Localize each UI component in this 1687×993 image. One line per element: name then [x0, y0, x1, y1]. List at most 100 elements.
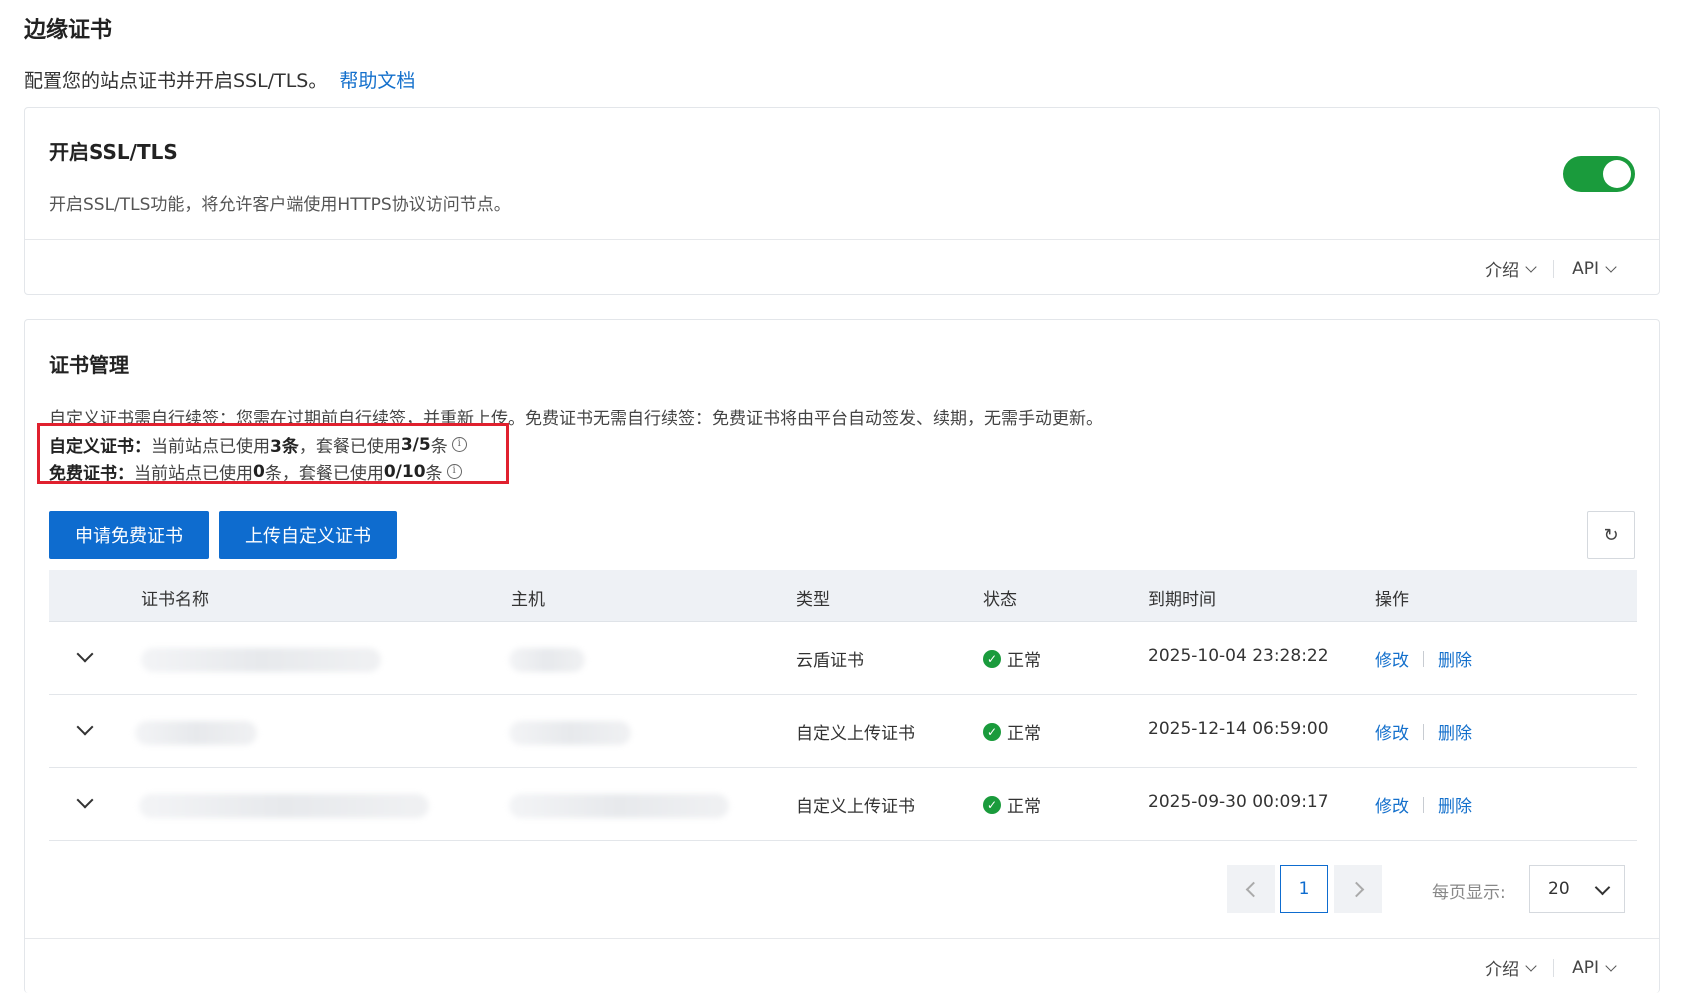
- per-page-value: 20: [1548, 879, 1570, 899]
- per-page-select[interactable]: 20: [1529, 865, 1625, 913]
- chevron-down-icon: [1594, 879, 1611, 896]
- status-text: 正常: [1007, 724, 1041, 744]
- ssl-toggle[interactable]: [1563, 156, 1635, 192]
- divider: [1423, 723, 1424, 740]
- page-description-text: 配置您的站点证书并开启SSL/TLS。: [24, 70, 328, 92]
- blurred-cert-name: [141, 648, 381, 672]
- cert-api-dropdown[interactable]: API: [1572, 957, 1617, 978]
- cert-table: 证书名称 主机 类型 状态 到期时间 操作 云盾证书 ✓ 正常 2025-10-0…: [49, 570, 1637, 841]
- custom-quota-label: 自定义证书：: [49, 437, 151, 457]
- divider: [1553, 259, 1555, 278]
- blurred-cert-name: [135, 721, 257, 745]
- info-icon[interactable]: i: [446, 464, 462, 479]
- col-actions: 操作: [1375, 590, 1409, 610]
- blurred-host: [509, 648, 585, 672]
- cert-type: 自定义上传证书: [796, 724, 915, 744]
- info-icon[interactable]: i: [451, 437, 467, 452]
- row-actions: 修改 删除: [1375, 646, 1472, 671]
- table-row: 云盾证书 ✓ 正常 2025-10-04 23:28:22 修改 删除: [49, 622, 1637, 695]
- table-row: 自定义上传证书 ✓ 正常 2025-12-14 06:59:00 修改 删除: [49, 695, 1637, 768]
- edit-link[interactable]: 修改: [1375, 646, 1409, 671]
- quota-text: 条: [425, 464, 443, 484]
- col-host: 主机: [511, 590, 545, 610]
- free-cert-quota: 免费证书： 当前站点已使用 0 条，套餐已使用 0/10 条 i: [49, 459, 462, 484]
- expand-chevron-icon[interactable]: [76, 645, 94, 663]
- row-actions: 修改 删除: [1375, 792, 1472, 817]
- ssl-intro-dropdown[interactable]: 介绍: [1485, 256, 1537, 281]
- table-row: 自定义上传证书 ✓ 正常 2025-09-30 00:09:17 修改 删除: [49, 768, 1637, 841]
- delete-link[interactable]: 删除: [1438, 646, 1472, 671]
- quota-text: 当前站点已使用: [134, 464, 253, 484]
- cert-type: 自定义上传证书: [796, 797, 915, 817]
- blurred-cert-name: [139, 794, 429, 818]
- edit-link[interactable]: 修改: [1375, 792, 1409, 817]
- blurred-host: [509, 794, 729, 818]
- table-header: 证书名称 主机 类型 状态 到期时间 操作: [49, 570, 1637, 622]
- divider: [1423, 650, 1424, 667]
- help-doc-link[interactable]: 帮助文档: [339, 70, 415, 92]
- chevron-down-icon: [1525, 959, 1537, 972]
- api-label: API: [1572, 258, 1599, 279]
- prev-page-button[interactable]: [1227, 865, 1275, 913]
- ssl-api-dropdown[interactable]: API: [1572, 258, 1617, 279]
- ssl-description: 开启SSL/TLS功能，将允许客户端使用HTTPS协议访问节点。: [49, 195, 511, 215]
- quota-value: 0/10: [383, 461, 426, 482]
- cert-card-footer: 介绍 API: [25, 938, 1659, 993]
- refresh-button[interactable]: ↻: [1587, 511, 1635, 559]
- quota-value: 0: [253, 461, 265, 482]
- quota-value: 3/5: [400, 434, 431, 455]
- custom-cert-quota: 自定义证书： 当前站点已使用 3条 ，套餐已使用 3/5 条 i: [49, 432, 467, 457]
- toggle-knob: [1603, 160, 1631, 188]
- check-circle-icon: ✓: [983, 649, 1001, 668]
- api-label: API: [1572, 957, 1599, 978]
- expand-chevron-icon[interactable]: [76, 718, 94, 736]
- chevron-right-icon: [1348, 881, 1364, 897]
- quota-text: 条: [430, 437, 448, 457]
- expand-chevron-icon[interactable]: [76, 791, 94, 809]
- intro-label: 介绍: [1485, 261, 1520, 281]
- delete-link[interactable]: 删除: [1438, 719, 1472, 744]
- ssl-title: 开启SSL/TLS: [49, 140, 178, 164]
- edit-link[interactable]: 修改: [1375, 719, 1409, 744]
- chevron-down-icon: [1605, 959, 1617, 972]
- cert-type: 云盾证书: [796, 651, 864, 671]
- per-page-label: 每页显示:: [1432, 883, 1506, 903]
- refresh-icon: ↻: [1603, 524, 1619, 546]
- quota-value: 3条: [270, 437, 299, 457]
- cert-intro-dropdown[interactable]: 介绍: [1485, 955, 1537, 980]
- col-expiry: 到期时间: [1148, 590, 1216, 610]
- free-quota-label: 免费证书：: [49, 464, 134, 484]
- cert-status: ✓ 正常: [983, 719, 1041, 744]
- col-status: 状态: [983, 590, 1017, 610]
- chevron-down-icon: [1605, 260, 1617, 273]
- upload-custom-cert-button[interactable]: 上传自定义证书: [219, 511, 397, 559]
- cert-status: ✓ 正常: [983, 792, 1041, 817]
- quota-text: ，套餐已使用: [298, 437, 401, 457]
- apply-free-cert-button[interactable]: 申请免费证书: [49, 511, 209, 559]
- delete-link[interactable]: 删除: [1438, 792, 1472, 817]
- next-page-button[interactable]: [1334, 865, 1382, 913]
- page-description: 配置您的站点证书并开启SSL/TLS。 帮助文档: [24, 66, 415, 93]
- quota-text: 条，套餐已使用: [264, 464, 384, 484]
- cert-expiry: 2025-12-14 06:59:00: [1148, 719, 1329, 739]
- blurred-host: [509, 721, 631, 745]
- col-type: 类型: [796, 590, 830, 610]
- quota-text: 当前站点已使用: [151, 437, 270, 457]
- divider: [1423, 796, 1424, 813]
- intro-label: 介绍: [1485, 960, 1520, 980]
- ssl-card: 开启SSL/TLS 开启SSL/TLS功能，将允许客户端使用HTTPS协议访问节…: [24, 107, 1660, 295]
- cert-title: 证书管理: [49, 353, 129, 377]
- quota-highlight-box: 自定义证书： 当前站点已使用 3条 ，套餐已使用 3/5 条 i 免费证书： 当…: [37, 423, 509, 484]
- ssl-card-footer: 介绍 API: [25, 239, 1659, 294]
- check-circle-icon: ✓: [983, 795, 1001, 814]
- current-page-button[interactable]: 1: [1280, 865, 1328, 913]
- row-actions: 修改 删除: [1375, 719, 1472, 744]
- check-circle-icon: ✓: [983, 722, 1001, 741]
- status-text: 正常: [1007, 651, 1041, 671]
- cert-expiry: 2025-09-30 00:09:17: [1148, 792, 1329, 812]
- chevron-down-icon: [1525, 260, 1537, 273]
- cert-card: 证书管理 自定义证书需自行续签：您需在过期前自行续签，并重新上传。免费证书无需自…: [24, 319, 1660, 993]
- page-title: 边缘证书: [24, 18, 113, 43]
- col-cert-name: 证书名称: [141, 590, 209, 610]
- chevron-left-icon: [1245, 881, 1261, 897]
